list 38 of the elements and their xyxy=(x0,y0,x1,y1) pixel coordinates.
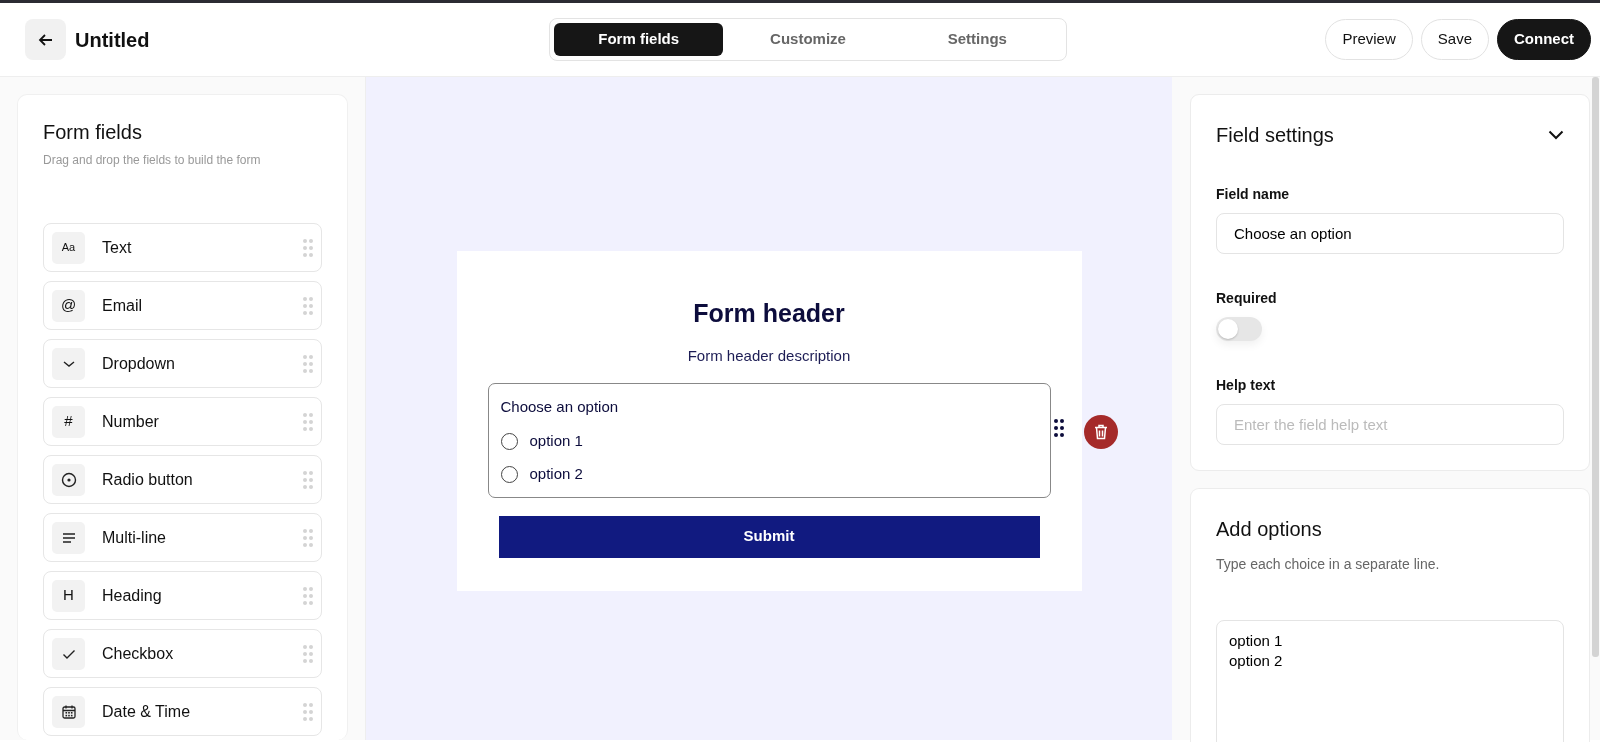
field-label: Choose an option xyxy=(500,397,620,417)
field-box[interactable]: Choose an option option 1 option 2 xyxy=(487,383,1051,498)
tab[interactable]: Form fields xyxy=(554,23,724,56)
field-type-item[interactable]: Checkbox xyxy=(43,629,322,678)
options-textarea[interactable]: option 1 option 2 xyxy=(1216,620,1564,742)
add-options-subtitle: Type each choice in a separate line. xyxy=(1216,555,1441,574)
page-title: Untitled xyxy=(75,27,150,53)
glyph-icon: # xyxy=(52,405,85,438)
submit-button[interactable]: Submit xyxy=(498,515,1040,558)
field-type-item[interactable]: Multi-line xyxy=(43,513,322,562)
help-text-input[interactable]: Enter the field help text xyxy=(1216,404,1564,445)
field-name-input[interactable]: Choose an option xyxy=(1216,213,1564,254)
field-settings-title: Field settings xyxy=(1216,123,1334,148)
option-label: option 1 xyxy=(529,430,583,451)
field-name-label: Field name xyxy=(1216,185,1291,204)
field-type-item[interactable]: Radio button xyxy=(43,455,322,504)
field-type-item[interactable]: H Heading xyxy=(43,571,322,620)
glyph-icon: @ xyxy=(52,289,85,322)
glyph-icon: Aa xyxy=(52,231,85,264)
header-button[interactable]: Preview xyxy=(1325,19,1413,60)
help-text-label: Help text xyxy=(1216,376,1277,395)
form-description: Form header description xyxy=(686,345,852,366)
required-label: Required xyxy=(1216,289,1278,308)
field-type-item[interactable]: Dropdown xyxy=(43,339,322,388)
field-type-item[interactable]: Aa Text xyxy=(43,223,322,272)
field-type-item[interactable]: @ Email xyxy=(43,281,322,330)
glyph-icon: H xyxy=(52,579,85,612)
form-title: Form header xyxy=(692,298,846,329)
sidebar-title: Form fields xyxy=(43,120,143,145)
field-type-item[interactable]: Date & Time xyxy=(43,687,322,736)
tab[interactable]: Settings xyxy=(892,23,1062,56)
primary-button[interactable]: Connect xyxy=(1497,19,1591,60)
field-type-item[interactable]: # Number xyxy=(43,397,322,446)
sidebar-subtitle: Drag and drop the fields to build the form xyxy=(43,152,262,169)
add-options-title: Add options xyxy=(1216,517,1323,542)
tab[interactable]: Customize xyxy=(723,23,893,56)
option-label: option 2 xyxy=(529,463,583,484)
header-button[interactable]: Save xyxy=(1420,19,1489,60)
